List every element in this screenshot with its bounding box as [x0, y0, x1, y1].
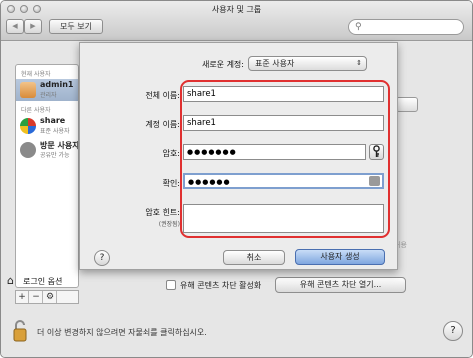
cancel-button[interactable]: 취소 [223, 250, 285, 265]
guest-avatar-icon [20, 142, 36, 158]
lock-message: 더 이상 변경하지 않으려면 자물쇠를 클릭하십시오. [37, 328, 207, 337]
parental-controls-label: 유해 콘텐츠 차단 활성화 [180, 281, 262, 290]
search-icon: ⚲ [355, 22, 362, 32]
login-options-item[interactable]: ⌂ 로그인 옵션 [5, 273, 85, 289]
popup-arrows-icon: ⇕ [356, 59, 362, 67]
list-item-share[interactable]: share 표준 사용자 [16, 115, 78, 137]
lock-bar: 더 이상 변경하지 않으려면 자물쇠를 클릭하십시오. ? [1, 312, 472, 357]
account-type-popup[interactable]: 표준 사용자 ⇕ [248, 56, 367, 71]
hint-label: 암호 힌트: [145, 208, 180, 217]
login-options-label: 로그인 옵션 [23, 277, 63, 286]
key-icon[interactable] [369, 144, 384, 160]
user-list: 현재 사용자 admin1 관리자 다른 사용자 share 표준 사용자 방문… [15, 64, 79, 288]
new-account-label: 새로운 계정: [201, 60, 244, 69]
current-user-header: 현재 사용자 [21, 71, 51, 78]
show-all-button[interactable]: 모두 보기 [49, 19, 103, 34]
title-bar: 사용자 및 그룹 ◀ ▶ 모두 보기 ⚲ [1, 1, 472, 41]
pane-button[interactable] [396, 97, 418, 112]
ball-avatar-icon [20, 118, 36, 134]
account-name-label: 계정 이름: [145, 120, 180, 129]
user-name: share [40, 116, 66, 125]
butterfly-avatar-icon [20, 82, 36, 98]
help-button[interactable]: ? [443, 321, 463, 341]
full-name-field[interactable]: share1 [183, 86, 384, 102]
list-item-guest[interactable]: 방문 사용자 공유만 가능 [16, 139, 78, 161]
lock-icon[interactable] [13, 320, 27, 342]
add-user-button[interactable]: + [16, 291, 29, 303]
gear-icon[interactable]: ⚙ [44, 291, 57, 303]
forward-button[interactable]: ▶ [24, 19, 42, 34]
hint-field[interactable] [183, 204, 384, 233]
remove-user-button[interactable]: − [30, 291, 43, 303]
caps-lock-icon [369, 176, 380, 186]
verify-label: 확인: [162, 179, 180, 188]
hint-sublabel: (권장됨) [158, 221, 180, 228]
full-name-label: 전체 이름: [145, 91, 180, 100]
password-label: 암호: [162, 149, 180, 158]
new-account-sheet: 새로운 계정: 표준 사용자 ⇕ 전체 이름: share1 계정 이름: sh… [79, 42, 398, 270]
list-item-admin1[interactable]: admin1 관리자 [16, 79, 78, 101]
sheet-help-button[interactable]: ? [94, 250, 110, 266]
password-field[interactable]: ●●●●●●● [183, 144, 366, 160]
create-user-button[interactable]: 사용자 생성 [295, 249, 385, 265]
parental-controls-checkbox[interactable] [166, 280, 176, 290]
user-list-buttons: + − ⚙ [15, 290, 79, 304]
verify-field[interactable]: ●●●●●● [183, 173, 384, 189]
window-title: 사용자 및 그룹 [211, 5, 262, 14]
user-name: admin1 [40, 80, 74, 89]
open-parental-controls-button[interactable]: 유해 콘텐츠 차단 열기... [275, 277, 406, 293]
account-type-value: 표준 사용자 [255, 59, 295, 68]
account-name-field[interactable]: share1 [183, 115, 384, 131]
search-input[interactable]: ⚲ [348, 19, 464, 35]
user-role: 공유만 가능 [40, 152, 70, 159]
forward-icon: ▶ [30, 22, 36, 30]
user-role: 표준 사용자 [40, 128, 70, 135]
back-button[interactable]: ◀ [6, 19, 24, 34]
window: 사용자 및 그룹 ◀ ▶ 모두 보기 ⚲ 현재 사용자 admin1 관리자 다… [0, 0, 473, 358]
other-users-header: 다른 사용자 [21, 107, 51, 114]
house-icon: ⌂ [7, 274, 14, 287]
back-icon: ◀ [12, 22, 18, 30]
user-role: 관리자 [40, 92, 57, 99]
